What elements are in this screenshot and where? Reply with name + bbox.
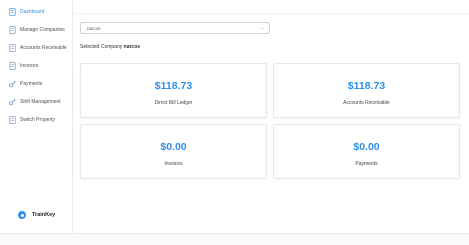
sidebar-item-payments[interactable]: Payments <box>6 78 70 90</box>
card-payments[interactable]: $0.00 Payments <box>273 124 460 179</box>
document-icon <box>9 62 16 70</box>
card-value: $118.73 <box>347 80 386 92</box>
sidebar-item-switch-property[interactable]: Switch Property <box>6 114 70 126</box>
top-bar <box>74 0 469 14</box>
card-value: $0.00 <box>160 141 187 153</box>
sidebar-item-shift-management[interactable]: Shift Management <box>6 96 70 108</box>
bottom-bar <box>0 233 469 245</box>
selected-company-name: narcos <box>123 44 141 50</box>
sidebar-item-label: Manage Companies <box>20 27 65 33</box>
key-icon <box>9 98 16 106</box>
trainkey-logo-icon <box>18 211 26 219</box>
card-value: $0.00 <box>353 141 380 153</box>
sidebar-item-dashboard[interactable]: Dashboard <box>6 6 70 18</box>
sidebar-item-accounts-receivable[interactable]: Accounts Receivable <box>6 42 70 54</box>
card-label: Accounts Receivable <box>343 100 390 106</box>
sidebar-item-label: Dashboard <box>20 9 45 15</box>
brand-name: TrainKey <box>32 212 56 218</box>
brand: TrainKey <box>18 211 55 219</box>
sidebar-item-manage-companies[interactable]: Manage Companies <box>6 24 70 36</box>
card-accounts-receivable[interactable]: $118.73 Accounts Receivable <box>273 63 460 118</box>
card-direct-bill-ledger[interactable]: $118.73 Direct Bill Ledger <box>80 63 267 118</box>
card-label: Payments <box>355 161 378 167</box>
document-icon <box>9 44 16 52</box>
sidebar-item-label: Payments <box>20 81 43 87</box>
chevron-down-icon <box>260 27 265 30</box>
document-icon <box>9 8 16 16</box>
selected-company-prefix: Selected Company <box>80 44 123 50</box>
key-icon <box>9 80 16 88</box>
document-icon <box>9 26 16 34</box>
document-icon <box>9 116 16 124</box>
card-value: $118.73 <box>154 80 193 92</box>
sidebar-item-label: Shift Management <box>20 99 61 105</box>
selected-company-text: Selected Company narcos <box>80 44 140 50</box>
card-invoices[interactable]: $0.00 Invoices <box>80 124 267 179</box>
company-select-value: narcos <box>87 25 101 31</box>
sidebar: Dashboard Manage Companies Accounts Rece… <box>0 0 73 233</box>
card-label: Direct Bill Ledger <box>154 100 193 106</box>
sidebar-item-label: Switch Property <box>20 117 56 123</box>
card-label: Invoices <box>164 161 183 167</box>
sidebar-item-label: Accounts Receivable <box>20 45 67 51</box>
sidebar-item-invoices[interactable]: Invoices <box>6 60 70 72</box>
company-select[interactable]: narcos <box>80 22 270 34</box>
sidebar-item-label: Invoices <box>20 63 39 69</box>
